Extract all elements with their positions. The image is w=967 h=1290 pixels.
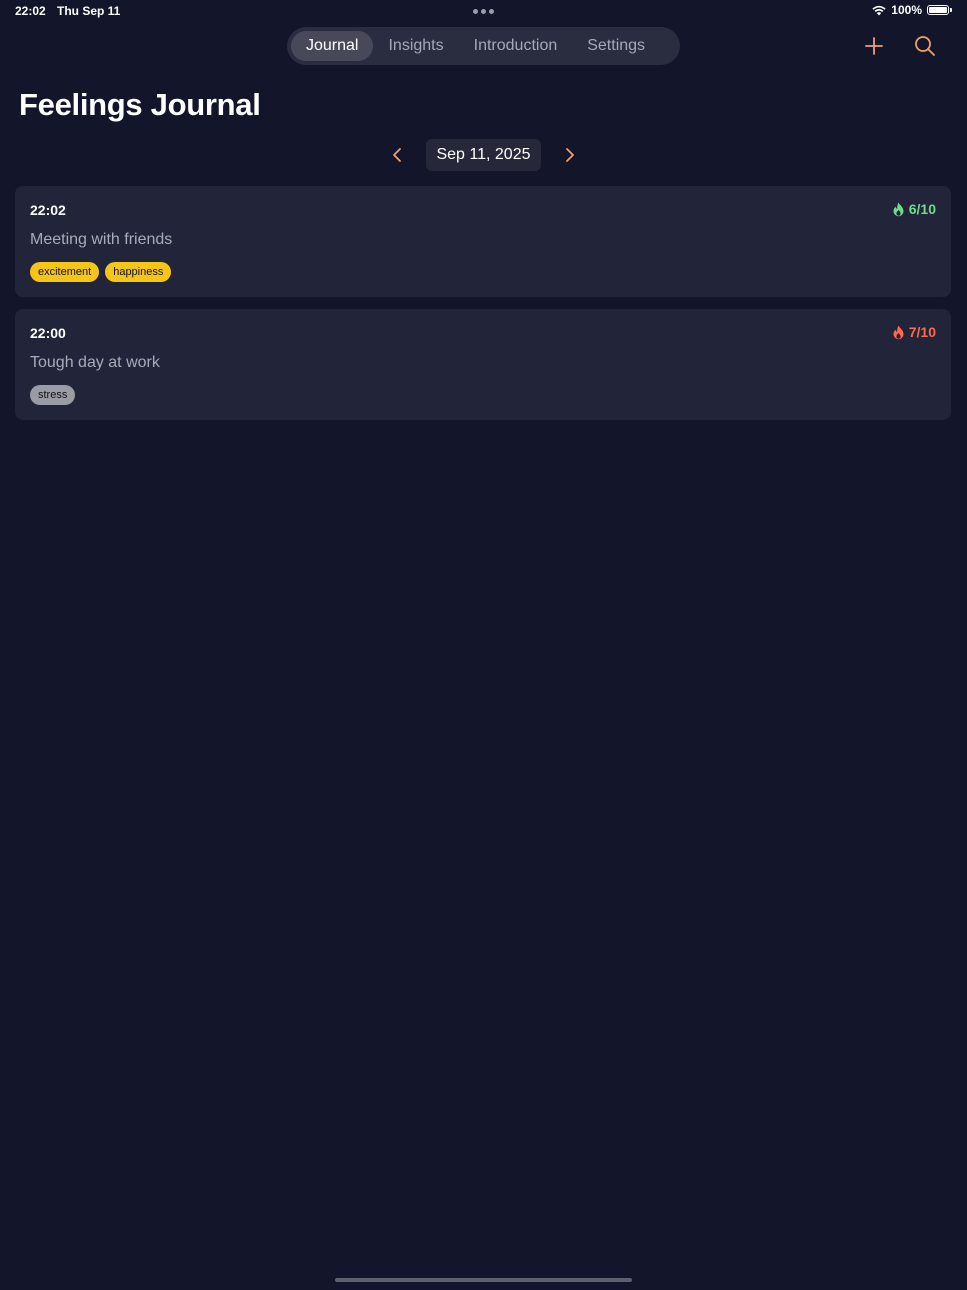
status-bar: 22:02 Thu Sep 11 100% <box>0 0 967 22</box>
previous-day-button[interactable] <box>387 145 407 165</box>
status-indicators: 100% <box>872 3 952 17</box>
add-entry-button[interactable] <box>862 34 886 58</box>
plus-icon <box>865 37 883 55</box>
chevron-left-icon <box>393 148 401 162</box>
entry-intensity: 7/10 <box>892 324 936 340</box>
intensity-value: 6/10 <box>908 201 936 217</box>
tab-insights[interactable]: Insights <box>373 31 458 61</box>
entry-time: 22:00 <box>30 325 66 341</box>
battery-percentage: 100% <box>891 3 922 17</box>
multitasking-dots-icon[interactable] <box>473 9 494 14</box>
flame-icon <box>893 325 904 339</box>
entry-text: Tough day at work <box>30 354 160 371</box>
battery-icon <box>927 5 949 15</box>
date-picker-button[interactable]: Sep 11, 2025 <box>426 139 541 171</box>
tab-journal[interactable]: Journal <box>291 31 374 61</box>
tab-introduction[interactable]: Introduction <box>459 31 573 61</box>
entry-time: 22:02 <box>30 202 66 218</box>
next-day-button[interactable] <box>560 145 580 165</box>
entry-card[interactable]: 22:00 7/10 Tough day at work stress <box>15 309 951 420</box>
tag-happiness[interactable]: happiness <box>105 262 172 282</box>
search-icon <box>915 36 935 56</box>
page-title: Feelings Journal <box>19 87 261 122</box>
intensity-value: 7/10 <box>908 324 936 340</box>
entry-intensity: 6/10 <box>892 201 936 217</box>
entry-tags: stress <box>30 385 76 405</box>
status-time: 22:02 <box>15 4 46 18</box>
entry-card[interactable]: 22:02 6/10 Meeting with friends excitement h… <box>15 186 951 297</box>
tag-stress[interactable]: stress <box>30 385 76 405</box>
entry-text: Meeting with friends <box>30 231 173 248</box>
tab-bar: Journal Insights Introduction Settings <box>287 27 680 65</box>
tab-settings[interactable]: Settings <box>572 31 660 61</box>
home-indicator[interactable] <box>335 1278 632 1282</box>
entry-tags: excitement happiness <box>30 262 172 282</box>
date-navigator: Sep 11, 2025 <box>380 139 587 171</box>
search-button[interactable] <box>913 34 937 58</box>
wifi-icon <box>872 5 886 15</box>
chevron-right-icon <box>566 148 574 162</box>
tag-excitement[interactable]: excitement <box>30 262 100 282</box>
flame-icon <box>893 202 904 216</box>
status-date: Thu Sep 11 <box>57 4 121 18</box>
